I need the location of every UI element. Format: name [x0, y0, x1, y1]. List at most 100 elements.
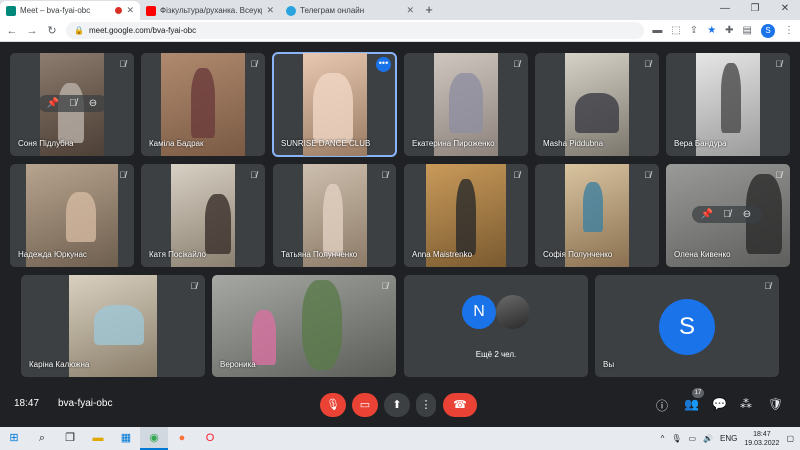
tab-telegram[interactable]: Телеграм онлайн ✕: [280, 1, 420, 20]
participant-tile[interactable]: 🎙̸ Софія Полунченко: [535, 164, 659, 267]
tab-title: Meet – bva-fyai-obc: [20, 6, 91, 15]
participant-name: Соня Підлубна: [18, 139, 74, 148]
participant-tile[interactable]: 🎙̸ Masha Piddubna: [535, 53, 659, 156]
window-controls: — ❐ ✕: [710, 0, 800, 18]
reading-list-icon[interactable]: ▤: [743, 25, 752, 36]
youtube-favicon-icon: [146, 5, 156, 16]
host-controls-icon[interactable]: 🛡: [768, 397, 783, 411]
participant-tile[interactable]: 🎙̸ Екатерина Пироженко: [404, 53, 528, 156]
camera-indicator-icon[interactable]: ▬: [652, 25, 662, 36]
bookmark-star-icon[interactable]: ★: [707, 25, 716, 36]
close-tab-icon[interactable]: ✕: [126, 5, 134, 16]
leave-call-button[interactable]: ☎: [443, 393, 477, 417]
mic-off-icon: 🎙̸: [644, 170, 651, 180]
share-icon[interactable]: ⇪: [690, 25, 698, 36]
participant-tile[interactable]: 🎙̸ Каріна Калюжна: [21, 275, 205, 377]
participant-name: Олена Кивенко: [674, 250, 731, 259]
participant-tile[interactable]: 🎙̸ Каміла Бадрак: [141, 53, 265, 156]
participant-tile[interactable]: 🎙̸ Татьяна Полунченко: [273, 164, 396, 267]
pin-icon[interactable]: 📌: [700, 209, 714, 220]
close-tab-icon[interactable]: ✕: [406, 5, 414, 16]
new-tab-button[interactable]: +: [420, 1, 438, 20]
others-tile[interactable]: N Ещё 2 чел.: [404, 275, 588, 377]
file-explorer-icon[interactable]: ▬: [84, 427, 112, 450]
clock-time: 18:47: [753, 430, 771, 438]
tray-up-arrow-icon[interactable]: ^: [661, 434, 665, 443]
forward-icon[interactable]: →: [26, 25, 38, 37]
participant-name: Вероника: [220, 360, 256, 369]
volume-icon[interactable]: 🔊: [703, 434, 713, 443]
minimize-icon[interactable]: —: [710, 0, 740, 18]
self-tile[interactable]: S 🎙̸ Вы: [595, 275, 779, 377]
participant-tile[interactable]: 🎙̸ 📌 🎙̸ ⊖ Олена Кивенко: [666, 164, 790, 267]
activities-icon[interactable]: ⁂: [740, 397, 752, 411]
participant-name: Татьяна Полунченко: [281, 250, 358, 259]
close-window-icon[interactable]: ✕: [770, 0, 800, 18]
address-bar-row: ← → ↻ 🔒 meet.google.com/bva-fyai-obc ▬ ⬚…: [0, 20, 800, 42]
store-icon[interactable]: ▦: [112, 427, 140, 450]
participants-icon[interactable]: 👥: [684, 397, 699, 411]
meet-control-bar: 18:47 bva-fyai-obc 🎙 ▭ ⬆ ⋮ ☎ ⓘ 👥 17 💬 ⁂ …: [0, 385, 800, 427]
mic-indicator-icon[interactable]: ⬚: [671, 25, 680, 36]
pin-icon[interactable]: 📌: [46, 98, 60, 109]
system-clock[interactable]: 18:47 19.03.2022: [744, 430, 779, 448]
participant-name: Екатерина Пироженко: [412, 139, 495, 148]
reload-icon[interactable]: ↻: [46, 24, 58, 37]
more-options-button[interactable]: ⋮: [416, 393, 436, 417]
present-screen-icon: ⬆: [392, 399, 402, 411]
tab-youtube[interactable]: Фізкультура/руханка. Всеукраїн ✕: [140, 1, 280, 20]
participant-name: Вера Бандура: [674, 139, 727, 148]
participant-tile[interactable]: 🎙̸ 📌 🎙̸ ⊖ Соня Підлубна: [10, 53, 134, 156]
mute-participant-icon[interactable]: 🎙̸: [66, 98, 80, 109]
maximize-icon[interactable]: ❐: [740, 0, 770, 18]
participant-tile[interactable]: 🎙̸ Катя Посікайло: [141, 164, 265, 267]
browser-menu-icon[interactable]: ⋮: [784, 25, 794, 36]
participant-tile[interactable]: 🎙̸ Вера Бандура: [666, 53, 790, 156]
windows-start-icon[interactable]: ⊞: [0, 427, 28, 450]
info-icon[interactable]: ⓘ: [656, 397, 668, 414]
extensions-icon[interactable]: ✚: [725, 25, 733, 36]
notifications-icon[interactable]: ▢: [786, 434, 794, 443]
remove-icon[interactable]: ⊖: [86, 98, 100, 109]
participant-tile[interactable]: 🎙̸ Anna Maistrenko: [404, 164, 528, 267]
meet-favicon-icon: [6, 5, 16, 16]
tab-meet[interactable]: Meet – bva-fyai-obc ✕: [0, 1, 140, 20]
chrome-icon[interactable]: ◉: [140, 427, 168, 450]
participant-name: Каріна Калюжна: [29, 360, 90, 369]
mute-participant-icon[interactable]: 🎙̸: [720, 209, 734, 220]
more-options-icon[interactable]: •••: [376, 57, 391, 72]
url-field[interactable]: 🔒 meet.google.com/bva-fyai-obc: [66, 22, 645, 39]
mic-off-icon: 🎙: [326, 399, 340, 411]
language-indicator[interactable]: ENG: [720, 434, 737, 443]
present-button[interactable]: ⬆: [384, 393, 410, 417]
mic-off-icon: 🎙̸: [513, 170, 520, 180]
mic-off-icon: 🎙̸: [513, 59, 520, 69]
remove-icon[interactable]: ⊖: [740, 209, 754, 220]
close-tab-icon[interactable]: ✕: [266, 5, 274, 16]
more-vert-icon: ⋮: [420, 399, 432, 411]
firefox-icon[interactable]: ●: [168, 427, 196, 450]
back-icon[interactable]: ←: [6, 25, 18, 37]
participant-tile[interactable]: 🎙̸ Вероника: [212, 275, 396, 377]
windows-taskbar: ⊞ ⌕ ❐ ▬ ▦ ◉ ● O ^ 🎙 ▭ 🔊 ENG 18:47 19.03.…: [0, 427, 800, 450]
opera-icon[interactable]: O: [196, 427, 224, 450]
camera-toggle-button[interactable]: ▭: [352, 393, 378, 417]
self-avatar: S: [659, 299, 715, 355]
browser-toolbar-icons: ▬ ⬚ ⇪ ★ ✚ ▤ S ⋮: [652, 23, 794, 38]
lock-icon[interactable]: 🔒: [74, 26, 84, 35]
system-tray: ^ 🎙 ▭ 🔊 ENG 18:47 19.03.2022 ▢: [661, 427, 794, 450]
network-icon[interactable]: ▭: [689, 434, 697, 443]
participant-name: SUNRISE DANCE CLUB: [281, 139, 371, 148]
participant-name: Надежда Юркунас: [18, 250, 87, 259]
participant-tile[interactable]: 🎙̸ Надежда Юркунас: [10, 164, 134, 267]
search-icon[interactable]: ⌕: [28, 427, 56, 450]
mic-off-icon: 🎙̸: [190, 281, 197, 291]
task-view-icon[interactable]: ❐: [56, 427, 84, 450]
mic-toggle-button[interactable]: 🎙: [320, 393, 346, 417]
tab-title: Телеграм онлайн: [300, 6, 365, 15]
tile-hover-controls: 📌 🎙̸ ⊖: [692, 206, 762, 223]
tray-mic-icon[interactable]: 🎙: [671, 434, 681, 443]
participant-tile-speaking[interactable]: ••• SUNRISE DANCE CLUB: [272, 52, 397, 157]
chat-icon[interactable]: 💬: [712, 397, 727, 411]
profile-avatar[interactable]: S: [761, 23, 775, 38]
